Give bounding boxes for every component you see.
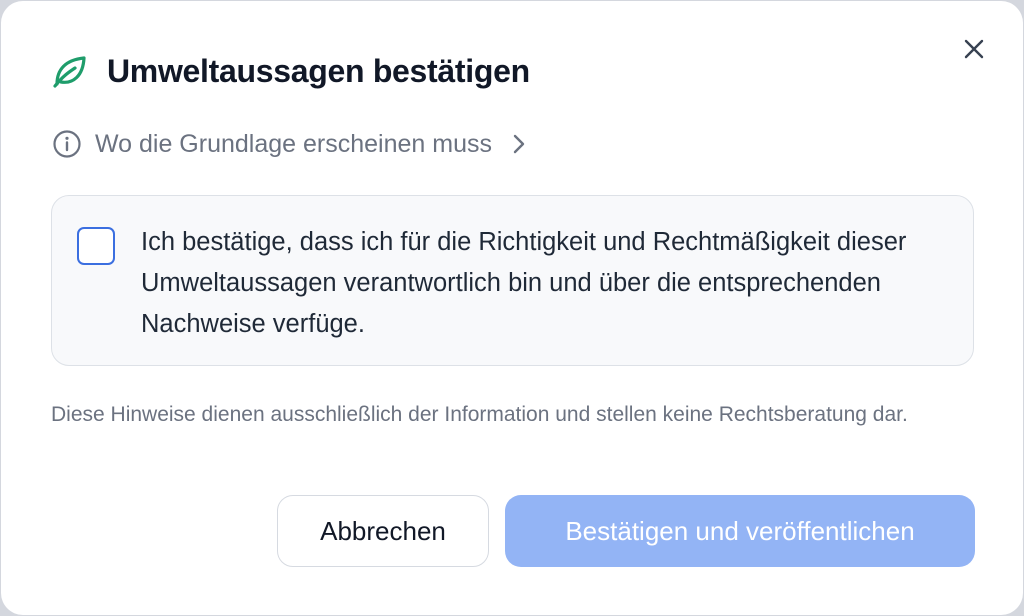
dialog-title: Umweltaussagen bestätigen [107,52,530,89]
info-link-label: Wo die Grundlage erscheinen muss [95,129,492,158]
confirmation-panel: Ich bestätige, dass ich für die Richtigk… [51,195,974,366]
cancel-button[interactable]: Abbrechen [277,495,489,567]
close-button[interactable] [956,33,992,69]
close-icon [962,37,986,66]
leaf-icon [51,52,89,90]
confirm-environmental-claims-dialog: Umweltaussagen bestätigen Wo die Grundla… [1,1,1023,615]
info-link[interactable]: Wo die Grundlage erscheinen muss [51,125,530,163]
confirm-publish-button[interactable]: Bestätigen und veröffentlichen [505,495,975,567]
confirmation-checkbox[interactable] [77,227,115,265]
legal-disclaimer: Diese Hinweise dienen ausschließlich der… [51,403,908,426]
confirmation-text: Ich bestätige, dass ich für die Richtigk… [141,228,907,338]
info-icon [51,128,83,160]
chevron-right-icon [508,133,530,155]
dialog-header: Umweltaussagen bestätigen [51,49,530,93]
